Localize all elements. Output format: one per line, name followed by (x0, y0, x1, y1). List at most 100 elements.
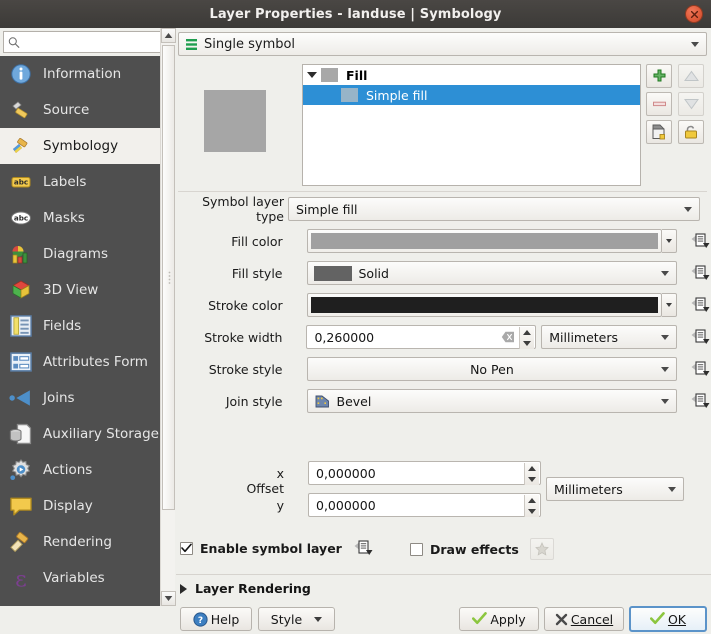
table-row[interactable]: Simple fill (303, 85, 640, 105)
stepper-down[interactable] (525, 506, 539, 517)
draw-effects-row: Draw effects (410, 538, 554, 560)
sidebar-item-3d-view[interactable]: 3D View (0, 272, 160, 308)
stepper-up[interactable] (525, 463, 539, 474)
stroke-style-value: No Pen (470, 362, 514, 377)
move-down-button[interactable] (678, 92, 704, 116)
data-defined-override-icon (691, 233, 710, 249)
stroke-style-combo[interactable]: No Pen (307, 357, 678, 381)
fill-color-dropdown[interactable] (662, 229, 677, 253)
layer-rendering-section[interactable]: Layer Rendering (180, 581, 311, 596)
offset-unit-combo[interactable]: Millimeters (546, 477, 684, 501)
sidebar-item-attributes-form[interactable]: Attributes Form (0, 344, 160, 380)
stroke-color-swatch (311, 297, 659, 313)
expand-collapse-icon[interactable] (303, 72, 321, 78)
join-style-data-defined-override-button[interactable] (689, 391, 711, 411)
enable-symbol-layer-row: Enable symbol layer (180, 538, 375, 558)
draw-effects-checkbox[interactable] (410, 543, 423, 556)
sidebar-item-rendering[interactable]: Rendering (0, 524, 160, 560)
symbol-layer-tree[interactable]: Fill Simple fill (302, 64, 641, 186)
offset-y-input[interactable]: 0,000000 (308, 493, 541, 517)
search-input[interactable] (20, 35, 168, 49)
join-style-combo[interactable]: Bevel (307, 389, 678, 413)
sidebar-item-label: Rendering (43, 534, 112, 550)
button-bar-divider (176, 574, 711, 575)
customize-effects-button[interactable] (530, 538, 554, 560)
fill-style-data-defined-override-button[interactable] (689, 263, 711, 283)
add-symbol-layer-button[interactable] (646, 64, 672, 88)
scroll-up-button[interactable] (161, 28, 176, 43)
close-window-button[interactable] (685, 5, 703, 23)
enable-symbol-layer-data-defined-override-button[interactable] (353, 538, 375, 558)
style-button[interactable]: Style (258, 607, 335, 631)
sidebar-item-variables[interactable]: ε Variables (0, 560, 160, 596)
offset-x-input[interactable]: 0,000000 (308, 461, 541, 485)
grip-icon (168, 271, 171, 285)
stroke-color-button[interactable] (307, 293, 663, 317)
fields-icon (8, 313, 34, 339)
sidebar-item-symbology[interactable]: Symbology (0, 128, 160, 164)
fill-color-data-defined-override-button[interactable] (689, 231, 711, 251)
enable-symbol-layer-checkbox[interactable] (180, 542, 193, 555)
sidebar-item-masks[interactable]: abc Masks (0, 200, 160, 236)
sidebar-item-actions[interactable]: Actions (0, 452, 160, 488)
fill-color-swatch (311, 233, 659, 249)
sidebar-item-information[interactable]: Information (0, 56, 160, 92)
joins-icon (8, 385, 34, 411)
stroke-style-label: Stroke style (176, 362, 283, 377)
apply-button[interactable]: Apply (459, 607, 539, 631)
scrollbar-thumb[interactable] (162, 45, 175, 510)
ok-button-label: OK (668, 612, 686, 627)
stepper-up[interactable] (520, 327, 534, 338)
svg-text:abc: abc (14, 214, 28, 223)
fill-style-combo[interactable]: Solid (307, 261, 678, 285)
sidebar-item-display[interactable]: Display (0, 488, 160, 524)
search-box[interactable] (3, 31, 169, 53)
stroke-color-data-defined-override-button[interactable] (689, 295, 711, 315)
stroke-width-label: Stroke width (176, 330, 282, 345)
ok-button[interactable]: OK (629, 606, 707, 632)
sidebar-scrollbar[interactable] (160, 28, 175, 606)
help-button[interactable]: ? Help (180, 607, 252, 631)
cancel-button[interactable]: Cancel (544, 607, 624, 631)
offset-y-value: 0,000000 (309, 498, 376, 513)
remove-symbol-layer-button[interactable] (646, 92, 672, 116)
clear-icon[interactable] (501, 330, 515, 344)
stroke-width-stepper[interactable] (519, 327, 534, 349)
stroke-style-data-defined-override-button[interactable] (689, 359, 711, 379)
renderer-type-value: Single symbol (204, 37, 295, 52)
source-icon (8, 97, 34, 123)
sidebar-item-diagrams[interactable]: Diagrams (0, 236, 160, 272)
sidebar-item-label: Variables (43, 570, 105, 586)
sidebar-item-auxiliary-storage[interactable]: Auxiliary Storage (0, 416, 160, 452)
table-row[interactable]: Fill (303, 65, 640, 85)
scroll-down-button[interactable] (161, 591, 176, 606)
stepper-up[interactable] (525, 495, 539, 506)
move-up-button[interactable] (678, 64, 704, 88)
duplicate-symbol-layer-button[interactable] (646, 120, 672, 144)
sidebar-item-fields[interactable]: Fields (0, 308, 160, 344)
sidebar-item-label: Joins (43, 390, 75, 406)
offset-y-stepper[interactable] (524, 495, 539, 517)
rendering-icon (8, 529, 34, 555)
sidebar-item-source[interactable]: Source (0, 92, 160, 128)
symbol-layer-type-combo[interactable]: Simple fill (288, 197, 700, 221)
stepper-down[interactable] (525, 474, 539, 485)
sidebar-item-labels[interactable]: abc Labels (0, 164, 160, 200)
offset-y-label: y (176, 498, 284, 513)
lock-layer-button[interactable] (678, 120, 704, 144)
stroke-width-unit-combo[interactable]: Millimeters (541, 325, 677, 349)
title-bar: Layer Properties - landuse | Symbology (0, 0, 711, 28)
stroke-color-dropdown[interactable] (662, 293, 677, 317)
offset-unit-value: Millimeters (547, 482, 623, 497)
renderer-type-combo[interactable]: Single symbol (178, 32, 707, 56)
fill-color-button[interactable] (307, 229, 663, 253)
stroke-width-input[interactable]: 0,260000 (306, 325, 536, 349)
sidebar-item-joins[interactable]: Joins (0, 380, 160, 416)
stroke-width-data-defined-override-button[interactable] (689, 327, 711, 347)
minus-icon (652, 100, 667, 108)
offset-x-stepper[interactable] (524, 463, 539, 485)
chevron-down-icon (661, 367, 669, 372)
symbol-layer-type-label: Symbol layer type (176, 194, 284, 224)
stepper-down[interactable] (520, 338, 534, 349)
data-defined-override-icon (691, 393, 710, 409)
